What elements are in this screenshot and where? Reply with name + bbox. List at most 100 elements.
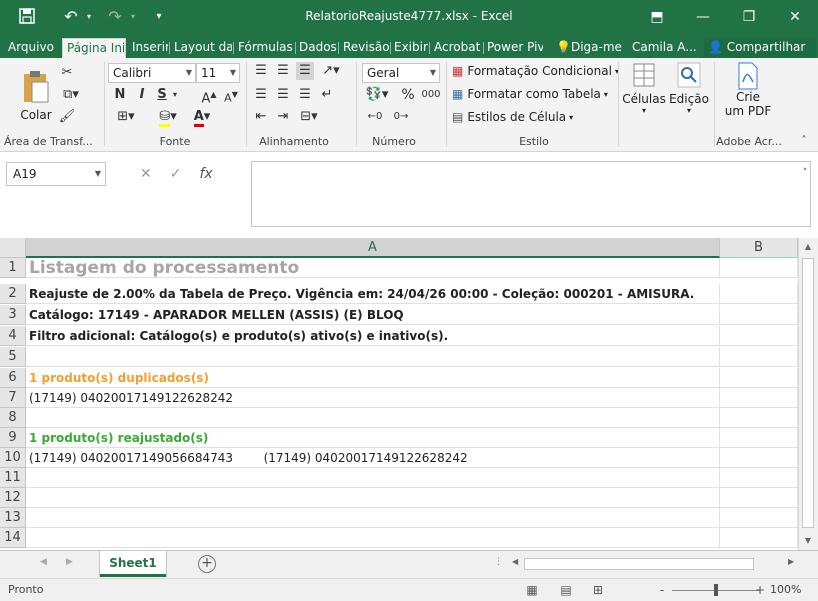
formula-input[interactable] [251, 161, 811, 227]
zoom-in-button[interactable]: + [752, 583, 768, 597]
bold-button[interactable]: N [112, 86, 128, 104]
tab-arquivo[interactable]: Arquivo [4, 38, 58, 58]
tab-pagina-inicial[interactable]: Página Inicial [62, 38, 126, 58]
cell-b14[interactable] [720, 528, 798, 548]
page-break-view-icon[interactable]: ⊞ [590, 583, 606, 597]
horizontal-scroll-thumb[interactable] [524, 558, 754, 570]
cell-a2[interactable]: Reajuste de 2.00% da Tabela de Preço. Vi… [26, 284, 720, 304]
row-header[interactable]: 3 [0, 305, 26, 325]
tab-acrobat[interactable]: Acrobat [430, 38, 482, 58]
column-header-a[interactable]: A [26, 238, 720, 258]
scroll-left-icon[interactable]: ◀ [512, 557, 518, 566]
cell-b3[interactable] [720, 305, 798, 325]
paste-button[interactable]: Colar [16, 62, 56, 122]
user-account[interactable]: Camila A... [628, 38, 700, 58]
align-right-icon[interactable]: ☰ [296, 86, 314, 104]
cell-a9[interactable]: 1 produto(s) reajustado(s) [26, 428, 720, 448]
cell-b11[interactable] [720, 468, 798, 488]
italic-button[interactable]: I [134, 86, 150, 104]
add-sheet-icon[interactable]: + [198, 555, 216, 573]
font-size-select[interactable]: 11 ▼ [196, 63, 240, 83]
cell-b10[interactable] [720, 448, 798, 468]
cell-a12[interactable] [26, 488, 720, 508]
share-button[interactable]: 👤 Compartilhar [704, 38, 816, 58]
orientation-icon[interactable]: ↗▾ [318, 62, 344, 80]
decrease-indent-icon[interactable]: ⇤ [252, 108, 270, 126]
vertical-scroll-thumb[interactable] [802, 258, 814, 528]
row-header[interactable]: 8 [0, 408, 26, 428]
align-bottom-icon[interactable]: ☰ [296, 62, 314, 80]
cell-styles-button[interactable]: ▤ Estilos de Célula ▾ [452, 110, 573, 124]
cancel-icon[interactable]: ✕ [140, 166, 152, 182]
next-sheet-icon[interactable]: ▶ [66, 557, 73, 567]
merge-center-icon[interactable]: ⊟▾ [296, 108, 322, 126]
select-all-corner[interactable] [0, 238, 26, 258]
copy-icon[interactable]: ⧉▾ [58, 86, 84, 104]
name-box[interactable]: A19 ▼ [6, 162, 106, 186]
cell-a1[interactable]: Listagem do processamento [26, 258, 720, 278]
vertical-scrollbar[interactable]: ▲ ▼ [798, 238, 818, 550]
cells-button[interactable]: Células ▾ [622, 62, 666, 130]
number-format-select[interactable]: Geral ▼ [362, 63, 440, 83]
enter-icon[interactable]: ✓ [170, 166, 182, 182]
cell-b6[interactable] [720, 368, 798, 388]
increase-font-icon[interactable]: A▲ [200, 86, 218, 108]
cell-b12[interactable] [720, 488, 798, 508]
thousands-button[interactable]: 000 [420, 86, 442, 104]
increase-decimal-icon[interactable]: ←0 [364, 108, 386, 126]
normal-view-icon[interactable]: ▦ [524, 583, 540, 597]
decrease-font-icon[interactable]: A▼ [222, 86, 240, 108]
row-header[interactable]: 5 [0, 347, 26, 367]
collapse-formula-icon[interactable]: ˄ [798, 164, 812, 182]
scroll-down-icon[interactable]: ▼ [799, 536, 817, 545]
conditional-format-button[interactable]: ▦ Formatação Condicional ▾ [452, 64, 619, 78]
cell-a14[interactable] [26, 528, 720, 548]
ribbon-display-button[interactable]: ⬒ [634, 0, 680, 34]
align-top-icon[interactable]: ☰ [252, 62, 270, 80]
cell-b8[interactable] [720, 408, 798, 428]
prev-sheet-icon[interactable]: ◀ [40, 557, 47, 567]
row-header[interactable]: 9 [0, 428, 26, 448]
tab-dados[interactable]: Dados [295, 38, 337, 58]
row-header[interactable]: 13 [0, 508, 26, 528]
underline-dropdown-icon[interactable]: ▾ [170, 86, 180, 104]
create-pdf-button[interactable]: Crie um PDF [722, 62, 774, 132]
tab-power-pivot[interactable]: Power Pivot [483, 38, 543, 58]
row-header[interactable]: 6 [0, 368, 26, 388]
align-middle-icon[interactable]: ☰ [274, 62, 292, 80]
cell-a7[interactable]: (17149) 04020017149122628242 [26, 388, 720, 408]
row-header[interactable]: 11 [0, 468, 26, 488]
cell-a5[interactable] [26, 347, 720, 367]
cell-b5[interactable] [720, 347, 798, 367]
zoom-level[interactable]: 100% [770, 583, 801, 596]
tab-split-handle[interactable]: ⋮ [494, 557, 503, 567]
row-header[interactable]: 4 [0, 326, 26, 346]
increase-indent-icon[interactable]: ⇥ [274, 108, 292, 126]
borders-icon[interactable]: ⊞▾ [112, 108, 140, 126]
scroll-right-icon[interactable]: ▶ [788, 557, 794, 566]
cell-b1[interactable] [720, 258, 798, 278]
cut-icon[interactable]: ✂ [58, 64, 76, 82]
tab-exibir[interactable]: Exibir [390, 38, 428, 58]
cell-a8[interactable] [26, 408, 720, 428]
row-header[interactable]: 12 [0, 488, 26, 508]
tab-layout[interactable]: Layout da Página [170, 38, 232, 58]
zoom-slider-thumb[interactable] [714, 584, 718, 596]
row-header[interactable]: 1 [0, 258, 26, 278]
cell-b4[interactable] [720, 326, 798, 346]
horizontal-scrollbar[interactable]: ◀ ▶ [510, 557, 800, 571]
accounting-format-icon[interactable]: 💱▾ [364, 86, 390, 104]
cell-a4[interactable]: Filtro adicional: Catálogo(s) e produto(… [26, 326, 720, 346]
decrease-decimal-icon[interactable]: 0→ [390, 108, 412, 126]
row-header[interactable]: 7 [0, 388, 26, 408]
cell-a10[interactable]: (17149) 04020017149056684743 (17149) 040… [26, 448, 720, 468]
format-table-button[interactable]: ▦ Formatar como Tabela ▾ [452, 87, 608, 101]
function-icon[interactable]: fx [199, 166, 212, 182]
collapse-ribbon-icon[interactable]: ˄ [796, 132, 812, 150]
cell-b9[interactable] [720, 428, 798, 448]
cell-a3[interactable]: Catálogo: 17149 - APARADOR MELLEN (ASSIS… [26, 305, 720, 325]
cell-a11[interactable] [26, 468, 720, 488]
column-header-b[interactable]: B [720, 238, 798, 258]
page-layout-view-icon[interactable]: ▤ [558, 583, 574, 597]
restore-button[interactable]: ❐ [726, 0, 772, 34]
